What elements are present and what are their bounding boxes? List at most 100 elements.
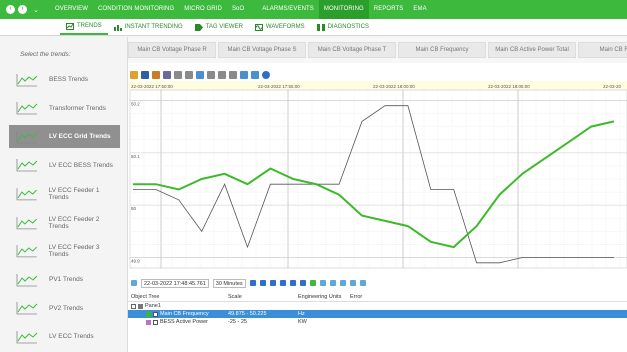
nav-alarms-events[interactable]: ALARMS/EVENTS bbox=[257, 0, 319, 19]
tab-waveforms[interactable]: WAVEFORMS bbox=[249, 19, 311, 35]
sidebar-item[interactable]: LV ECC Feeder 1 Trends bbox=[9, 182, 120, 205]
nav-condition-monitoring[interactable]: CONDITION MONITORING bbox=[93, 0, 179, 19]
nav-monitoring[interactable]: MONITORING bbox=[318, 0, 369, 19]
pointer-icon[interactable] bbox=[218, 71, 226, 79]
trend-chart-svg: 22-03-2022 17:50:00 22-03-2022 17:55:00 22… bbox=[128, 81, 627, 269]
zoom-out-icon[interactable] bbox=[329, 280, 336, 286]
trends-sidebar: Select the trends: BESS Trends Transforme… bbox=[0, 37, 128, 352]
row-name: Main CB Frequency bbox=[160, 311, 209, 317]
end-icon[interactable] bbox=[299, 280, 306, 286]
sidebar-item[interactable]: LV ECC Grid Trends bbox=[9, 125, 120, 149]
row-name: BESS Active Power bbox=[160, 319, 208, 325]
collapse-icon[interactable] bbox=[131, 303, 136, 309]
play-icon[interactable] bbox=[249, 280, 256, 286]
save-icon[interactable] bbox=[141, 71, 149, 79]
forward-icon[interactable]: › bbox=[18, 5, 27, 14]
row-name-cell: Main CB Frequency bbox=[128, 311, 228, 317]
zoom-icon[interactable] bbox=[229, 71, 237, 79]
series-tabs: Main CB Voltage Phase R Main CB Voltage … bbox=[128, 37, 627, 63]
copy-icon[interactable] bbox=[152, 71, 160, 79]
sidebar-item-label: Transformer Trends bbox=[49, 104, 106, 112]
chevron-down-icon[interactable]: ⌄ bbox=[33, 6, 39, 14]
export-icon[interactable] bbox=[349, 280, 356, 286]
series-tab[interactable]: Main CB Voltage Phase T bbox=[308, 42, 396, 58]
tab-diagnostics[interactable]: DIAGNOSTICS bbox=[311, 19, 375, 35]
trend-icon bbox=[16, 302, 38, 315]
nav-ema[interactable]: EMA bbox=[408, 0, 431, 19]
sidebar-item[interactable]: Transformer Trends bbox=[9, 97, 120, 120]
nav-reports[interactable]: REPORTS bbox=[369, 0, 409, 19]
object-table: Object Tree Scale Engineering Units Erro… bbox=[128, 292, 627, 352]
cursor-icon[interactable] bbox=[207, 71, 215, 79]
tab-instant-trending-label: INSTANT TRENDING bbox=[124, 24, 183, 30]
tag-icon bbox=[194, 23, 203, 31]
series-tab[interactable]: Main CB Active Power Total bbox=[488, 42, 576, 58]
zoom-fit-icon[interactable] bbox=[339, 280, 346, 286]
zoom-in-icon[interactable] bbox=[319, 280, 326, 286]
checkbox[interactable] bbox=[153, 311, 158, 317]
rewind-icon[interactable] bbox=[259, 280, 266, 286]
sidebar-item[interactable]: PV2 Trends bbox=[9, 297, 120, 320]
tab-tag-viewer[interactable]: TAG VIEWER bbox=[189, 19, 249, 35]
range-select[interactable]: 30 Minutes bbox=[212, 278, 246, 288]
nav-soo[interactable]: SoO bbox=[227, 0, 249, 19]
row-units: KW bbox=[298, 319, 307, 325]
pane-cell: Pane1 bbox=[128, 303, 228, 309]
y-tick-label: 50.1 bbox=[131, 154, 140, 159]
table-row[interactable]: Main CB Frequency 49.875 - 50.225 Hz bbox=[128, 310, 627, 318]
tab-trends[interactable]: TRENDS bbox=[60, 19, 108, 35]
diagnostics-icon bbox=[316, 23, 325, 31]
sidebar-item[interactable]: LV ECC Feeder 3 Trends bbox=[9, 240, 120, 263]
checkbox[interactable] bbox=[153, 319, 158, 325]
series-tab[interactable]: Main CB Reactiv bbox=[578, 42, 627, 58]
step-forward-icon[interactable] bbox=[279, 280, 286, 286]
step-back-icon[interactable] bbox=[269, 280, 276, 286]
sidebar-item-label: LV ECC Trends bbox=[49, 333, 94, 341]
live-icon[interactable] bbox=[309, 280, 316, 286]
grid-icon[interactable] bbox=[240, 71, 248, 79]
sidebar-item-label: PV2 Trends bbox=[49, 304, 83, 312]
sidebar-item-label: LV ECC BESS Trends bbox=[49, 161, 113, 169]
clock-icon bbox=[131, 280, 137, 286]
nav-micro-grid[interactable]: MICRO GRID bbox=[179, 0, 227, 19]
print-icon[interactable] bbox=[163, 71, 171, 79]
back-icon[interactable]: ‹ bbox=[6, 5, 15, 14]
trend-icon bbox=[16, 187, 38, 201]
sidebar-item[interactable]: LV ECC BESS Trends bbox=[9, 154, 120, 177]
trend-icon bbox=[16, 330, 38, 344]
help-icon[interactable] bbox=[262, 71, 270, 79]
line-icon[interactable] bbox=[185, 71, 193, 79]
fast-forward-icon[interactable] bbox=[289, 280, 296, 286]
trend-panel: Main CB Voltage Phase R Main CB Voltage … bbox=[128, 37, 627, 352]
row-units: Hz bbox=[298, 311, 305, 317]
series-tab[interactable]: Main CB Voltage Phase R bbox=[128, 42, 216, 58]
sidebar-item[interactable]: LV ECC Feeder 2 Trends bbox=[9, 211, 120, 234]
trend-icon bbox=[16, 159, 38, 172]
series-tab[interactable]: Main CB Frequency bbox=[398, 42, 486, 58]
sidebar-item[interactable]: PV1 Trends bbox=[9, 268, 120, 291]
select-icon[interactable] bbox=[196, 71, 204, 79]
pane-label: Pane1 bbox=[145, 303, 161, 309]
header-object-tree: Object Tree bbox=[131, 293, 160, 300]
header-scale: Scale bbox=[228, 293, 242, 300]
header-error: Error bbox=[350, 293, 363, 300]
x-tick-label: 22-03-20 bbox=[603, 84, 622, 89]
nav-buttons: ‹ › ⌄ bbox=[0, 5, 50, 14]
table-row[interactable]: BESS Active Power -25 - 25 KW bbox=[128, 318, 627, 326]
trend-chart[interactable]: 22-03-2022 17:50:00 22-03-2022 17:55:00 22… bbox=[128, 81, 627, 274]
series-tab[interactable]: Main CB Voltage Phase S bbox=[218, 42, 306, 58]
trend-icon bbox=[16, 73, 38, 86]
settings-icon[interactable] bbox=[359, 280, 366, 286]
open-icon[interactable] bbox=[130, 71, 138, 79]
nav-overview[interactable]: OVERVIEW bbox=[50, 0, 93, 19]
pen-icon[interactable] bbox=[174, 71, 182, 79]
layout-icon[interactable] bbox=[251, 71, 259, 79]
trend-icon bbox=[16, 102, 38, 115]
pane-row[interactable]: Pane1 bbox=[128, 302, 627, 310]
sidebar-item[interactable]: BESS Trends bbox=[9, 68, 120, 91]
datetime-field[interactable]: 22-03-2022 17:48:45.761 bbox=[141, 278, 209, 288]
chart-controls: 22-03-2022 17:48:45.761 30 Minutes bbox=[128, 277, 627, 289]
sidebar-item[interactable]: LV ECC Trends bbox=[9, 325, 120, 348]
y-tick-label: 50.2 bbox=[131, 101, 140, 106]
tab-instant-trending[interactable]: INSTANT TRENDING bbox=[108, 19, 189, 35]
